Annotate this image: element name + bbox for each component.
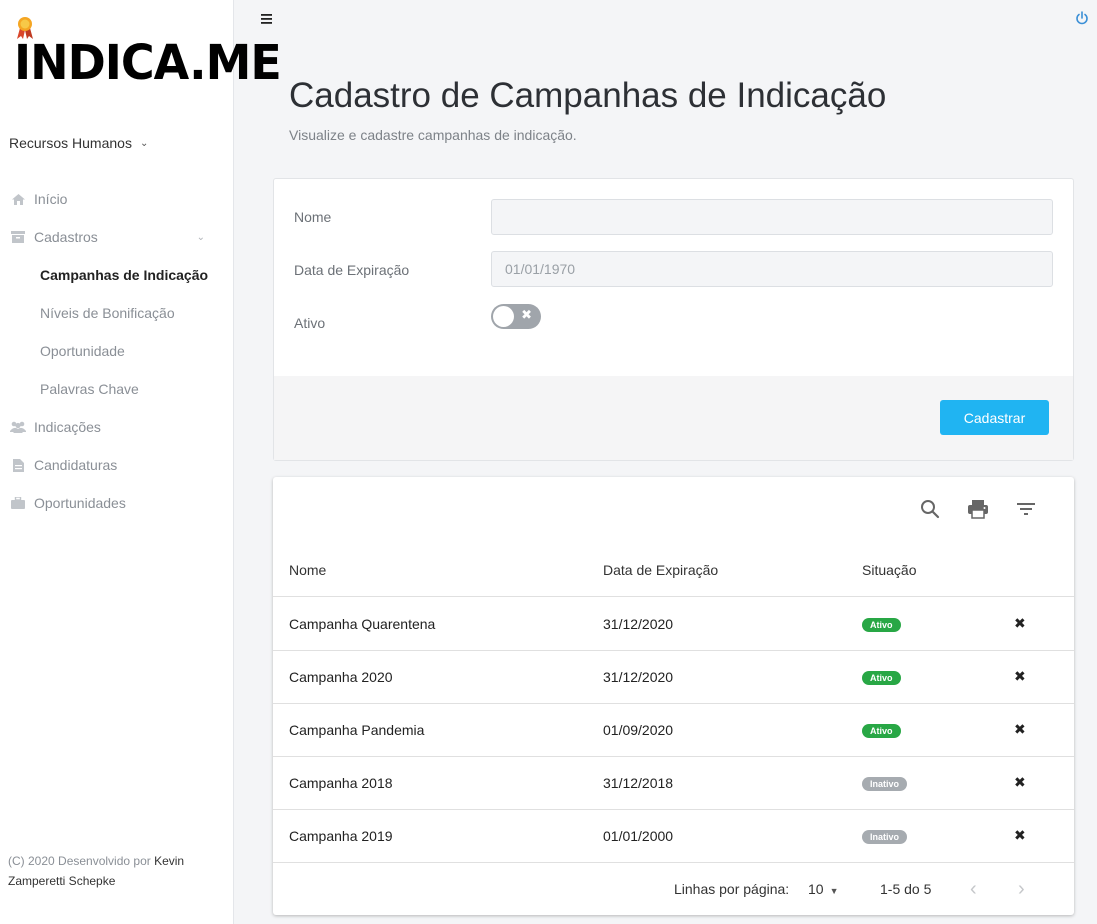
campaigns-table: Nome Data de Expiração Situação Campanha… [273,477,1074,915]
name-label: Nome [294,209,332,225]
table-row: Campanha 2019 01/01/2000 Inativo ✖ [273,810,1074,863]
sidebar-item-cadastros[interactable]: Cadastros ⌄ [0,218,233,256]
cadastrar-button[interactable]: Cadastrar [940,400,1049,435]
filter-icon[interactable] [1014,497,1038,521]
org-selector-label: Recursos Humanos [9,135,132,151]
column-header-data[interactable]: Data de Expiração [603,562,718,578]
name-input[interactable] [491,199,1053,235]
campaign-form: Nome Data de Expiração Ativo ✖ Cadastrar [273,178,1074,461]
menu-icon[interactable] [260,12,274,26]
toggle-knob [493,306,514,327]
print-icon[interactable] [966,497,990,521]
form-footer: Cadastrar [274,376,1073,460]
sidebar-item-candidaturas[interactable]: Candidaturas [0,446,233,484]
sidebar: INDICA.ME Recursos Humanos ⌄ Início Cada… [0,0,282,924]
status-badge: Inativo [862,830,908,844]
chevron-down-icon: ⌄ [196,231,205,243]
row-date: 31/12/2020 [603,669,674,685]
table-row: Campanha 2018 31/12/2018 Inativo ✖ [273,757,1074,810]
delete-icon[interactable]: ✖ [1014,721,1026,737]
chevron-left-icon[interactable]: ‹ [970,878,977,901]
caret-down-icon: ▼ [829,886,839,896]
row-date: 31/12/2018 [603,775,674,791]
row-date: 01/01/2000 [603,828,674,844]
active-label: Ativo [294,315,326,331]
sidebar-subitem-niveis[interactable]: Níveis de Bonificação [0,294,233,332]
row-name: Campanha 2018 [289,775,393,791]
sidebar-item-indicacoes[interactable]: Indicações [0,408,233,446]
logo[interactable]: INDICA.ME [12,16,282,96]
sidebar-subitem-palavras-chave[interactable]: Palavras Chave [0,370,233,408]
file-icon [10,458,26,472]
org-selector[interactable]: Recursos Humanos ⌄ [9,135,148,151]
users-icon [10,420,26,434]
sidebar-item-label: Campanhas de Indicação [40,267,209,283]
rows-per-page-select[interactable]: 10 ▼ [808,881,839,897]
sidebar-item-label: Palavras Chave [40,381,139,397]
briefcase-icon [10,496,26,510]
sidebar-subitem-campanhas[interactable]: Campanhas de Indicação [0,256,233,294]
footer-prefix: (C) 2020 Desenvolvido por [8,854,155,868]
row-date: 01/09/2020 [603,722,674,738]
date-label: Data de Expiração [294,262,410,278]
status-badge: Inativo [862,777,908,791]
sidebar-nav: Início Cadastros ⌄ Campanhas de Indicaçã… [0,180,233,522]
table-row: Campanha Quarentena 31/12/2020 Ativo ✖ [273,598,1074,651]
logo-text: INDICA.ME [14,33,282,91]
column-header-situacao[interactable]: Situação [862,562,916,578]
delete-icon[interactable]: ✖ [1014,668,1026,684]
rows-per-page-label: Linhas por página: [674,881,790,897]
footer-author-first: Kevin [154,854,185,868]
table-row: Campanha 2020 31/12/2020 Ativo ✖ [273,651,1074,704]
sidebar-footer: (C) 2020 Desenvolvido por Kevin Zamperet… [8,851,208,891]
active-toggle[interactable]: ✖ [491,304,541,329]
chevron-right-icon[interactable]: › [1018,878,1025,901]
sidebar-item-label: Oportunidades [34,495,126,511]
sidebar-item-label: Cadastros [34,229,98,245]
delete-icon[interactable]: ✖ [1014,774,1026,790]
home-icon [10,192,26,206]
sidebar-item-label: Candidaturas [34,457,118,473]
row-date: 31/12/2020 [603,616,674,632]
sidebar-item-label: Oportunidade [40,343,125,359]
row-name: Campanha 2020 [289,669,393,685]
status-badge: Ativo [862,724,901,738]
column-header-nome[interactable]: Nome [289,562,326,578]
status-badge: Ativo [862,671,901,685]
sidebar-item-label: Início [34,191,68,207]
sidebar-item-oportunidades[interactable]: Oportunidades [0,484,233,522]
table-header: Nome Data de Expiração Situação [273,549,1074,597]
sidebar-subitem-oportunidade[interactable]: Oportunidade [0,332,233,370]
status-badge: Ativo [862,618,901,632]
search-icon[interactable] [918,497,942,521]
footer-author-rest: Zamperetti Schepke [8,874,116,888]
close-icon: ✖ [521,307,532,322]
sidebar-item-label: Indicações [34,419,101,435]
page-title: Cadastro de Campanhas de Indicação [289,76,887,115]
row-name: Campanha 2019 [289,828,393,844]
table-row: Campanha Pandemia 01/09/2020 Ativo ✖ [273,704,1074,757]
pagination: Linhas por página: 10 ▼ 1-5 do 5 ‹ › [273,863,1074,915]
rows-per-page-value: 10 [808,881,824,897]
power-icon[interactable] [1075,11,1089,25]
row-name: Campanha Quarentena [289,616,436,632]
page-subtitle: Visualize e cadastre campanhas de indica… [289,127,577,143]
delete-icon[interactable]: ✖ [1014,615,1026,631]
sidebar-item-label: Níveis de Bonificação [40,305,175,321]
sidebar-item-inicio[interactable]: Início [0,180,233,218]
expiration-date-input[interactable] [491,251,1053,287]
page-range: 1-5 do 5 [880,881,932,897]
delete-icon[interactable]: ✖ [1014,827,1026,843]
archive-icon [10,230,26,244]
row-name: Campanha Pandemia [289,722,425,738]
chevron-down-icon: ⌄ [139,137,149,149]
